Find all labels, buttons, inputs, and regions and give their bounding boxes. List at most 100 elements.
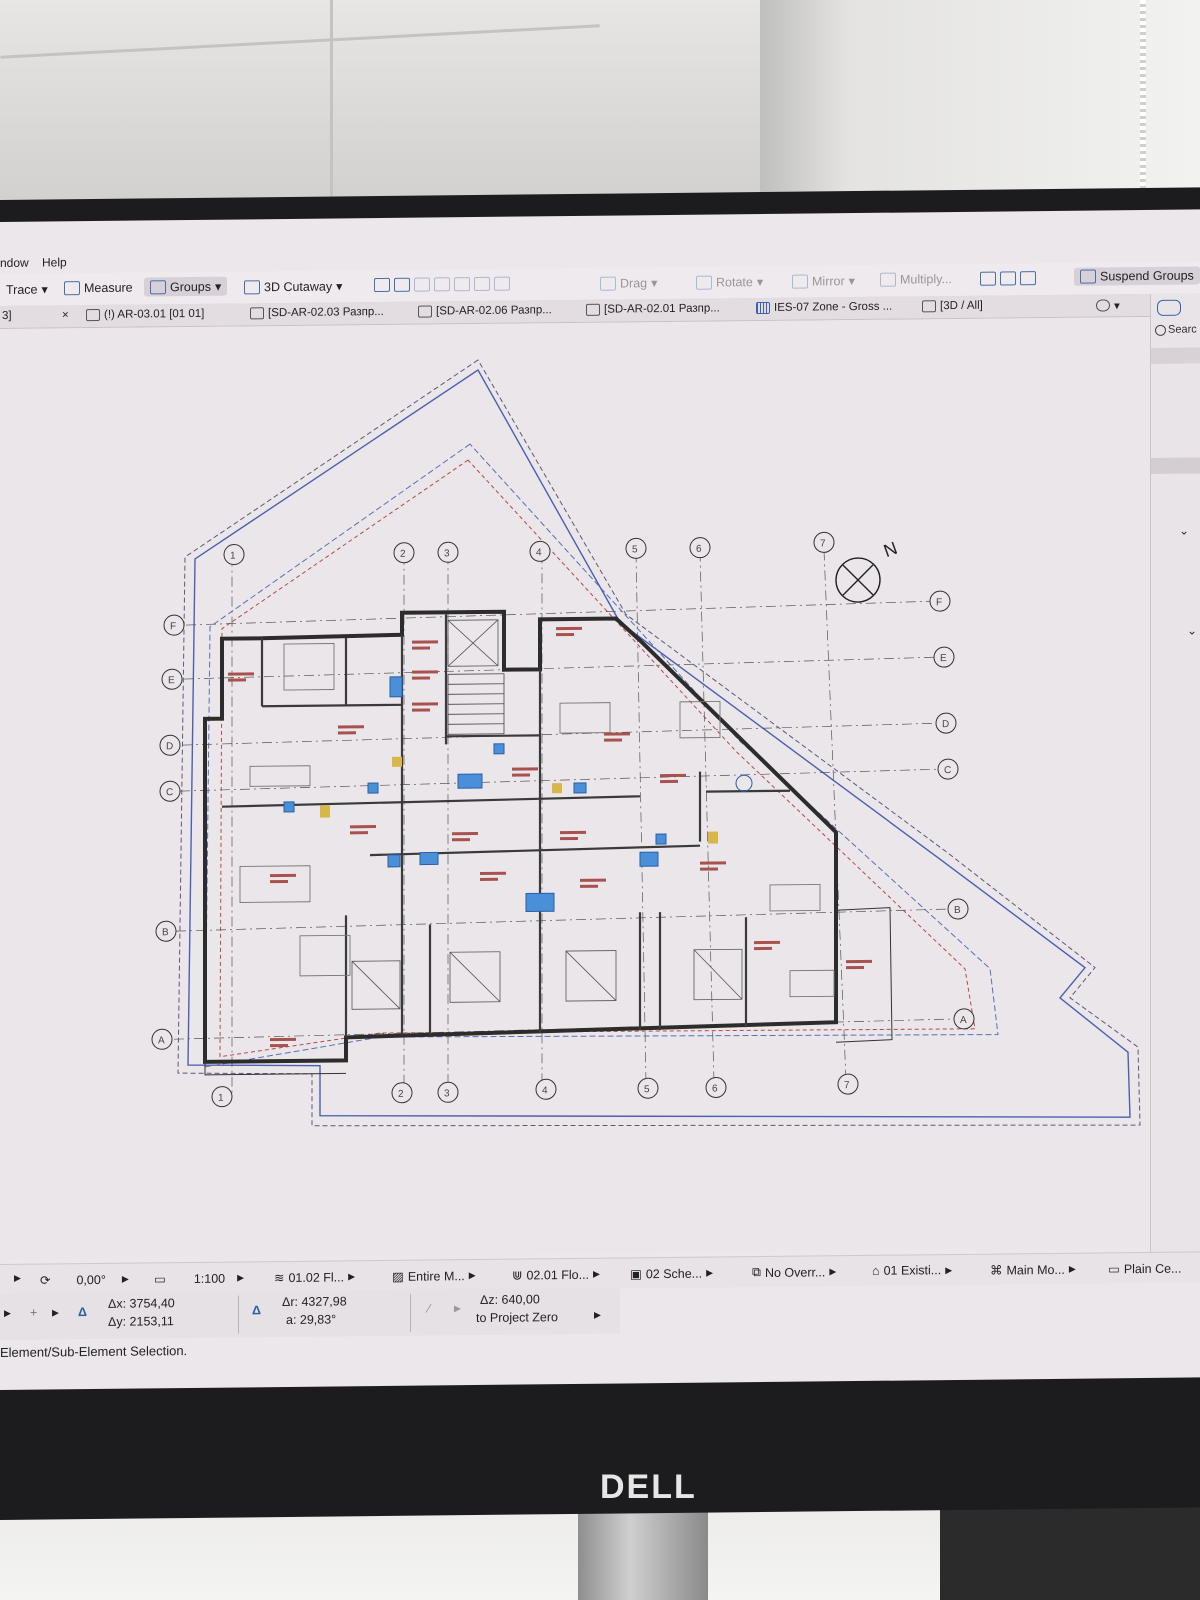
angle-a-value[interactable]: a: 29,83°: [286, 1312, 336, 1327]
tab-label: (!) AR-03.01 [01 01]: [104, 307, 205, 321]
split-icon[interactable]: [374, 277, 390, 293]
chevron-down-icon[interactable]: ▾: [42, 281, 48, 296]
tab-fragment[interactable]: 3]: [2, 310, 12, 322]
chevron-down-icon[interactable]: ▾: [336, 278, 342, 293]
panel-row[interactable]: [1151, 457, 1200, 474]
coordinate-bar: ▶ + ▶ Δ Δx: 3754,40 Δy: 2153,11 Δ Δr: 43…: [0, 1287, 620, 1340]
status-arrow[interactable]: ▶: [14, 1273, 21, 1284]
measure-button[interactable]: Measure: [64, 281, 133, 296]
grid-label-e: E: [168, 675, 175, 686]
grid-label-6b: 6: [712, 1083, 718, 1094]
chevron-down-icon[interactable]: ⌄: [1187, 623, 1197, 637]
menu-help[interactable]: Help: [42, 255, 67, 269]
edit-pencil-icon[interactable]: [1020, 271, 1036, 286]
north-arrow-icon: [835, 557, 881, 603]
delta-r-value[interactable]: Δr: 4327,98: [282, 1294, 347, 1309]
search-placeholder: Searc: [1168, 323, 1197, 336]
triangle-right-icon[interactable]: ▶: [4, 1308, 11, 1319]
override-combo[interactable]: ⧉ No Overr... ▶: [752, 1264, 836, 1280]
search-icon: [1155, 324, 1166, 336]
adjust-icon[interactable]: [394, 277, 410, 292]
grid-label-3: 3: [444, 548, 450, 559]
delta-z-value[interactable]: Δz: 640,00: [480, 1292, 540, 1307]
rotate-button[interactable]: Rotate ▾: [696, 274, 763, 290]
tab-ies-07[interactable]: IES-07 Zone - Gross ...: [756, 301, 892, 315]
multiply-button[interactable]: Multiply...: [880, 272, 952, 287]
delta-x-value[interactable]: Δx: 3754,40: [108, 1296, 175, 1311]
drag-button[interactable]: Drag ▾: [600, 275, 657, 291]
chevron-down-icon[interactable]: ▾: [849, 273, 855, 288]
schedule-icon: [756, 301, 770, 315]
cutaway-button[interactable]: 3D Cutaway ▾: [244, 278, 342, 294]
triangle-right-icon[interactable]: ▶: [454, 1303, 461, 1314]
window: [760, 0, 1200, 210]
close-icon[interactable]: ×: [62, 309, 69, 321]
cloud-button[interactable]: [1157, 299, 1181, 316]
plan-icon: [86, 308, 100, 322]
triangle-right-icon[interactable]: ▶: [52, 1307, 59, 1318]
room-labels: [228, 626, 872, 1048]
layout-icon: [418, 305, 432, 318]
plus-icon[interactable]: +: [30, 1306, 37, 1320]
scale-value: 1:100: [193, 1271, 226, 1286]
status-hint: Element/Sub-Element Selection.: [0, 1343, 188, 1360]
floor-value: 02.01 Flo...: [526, 1267, 590, 1282]
triangle-right-icon: ▶: [945, 1264, 953, 1275]
panel-row[interactable]: [1151, 347, 1200, 364]
roof-icon[interactable]: [494, 276, 510, 291]
mirror-button[interactable]: Mirror ▾: [792, 273, 855, 289]
chevron-down-icon[interactable]: ⌄: [1179, 524, 1189, 538]
rotate-icon: [696, 275, 712, 290]
rotate-label: Rotate: [716, 274, 753, 290]
measure-label: Measure: [84, 280, 133, 296]
chevron-down-icon[interactable]: ▾: [757, 274, 763, 289]
slash-icon[interactable]: ⁄: [428, 1301, 430, 1315]
scale-field[interactable]: ▭ 1:100 ▶: [154, 1270, 244, 1286]
pen-set-icon: ▭: [1108, 1262, 1120, 1277]
grid-label-7: 7: [820, 538, 826, 549]
grid-label-d: D: [166, 741, 173, 752]
delta-icon[interactable]: Δ: [252, 1303, 261, 1317]
floor-plan-canvas[interactable]: 1 2 3 4 5 6 7 1 2 3 4 5 6 7 F E D C B A: [0, 316, 1150, 1259]
project-zero-label[interactable]: to Project Zero: [476, 1310, 558, 1325]
group-icon[interactable]: [980, 271, 996, 286]
offset-icon[interactable]: [414, 277, 430, 292]
elevator-shaft: [447, 619, 499, 667]
tab-sd-ar-02-01[interactable]: [SD-AR-02.01 Разпр...: [586, 302, 720, 316]
renovation-combo[interactable]: ⌂ 01 Existi... ▶: [872, 1263, 952, 1278]
delta-icon[interactable]: Δ: [78, 1305, 87, 1319]
groups-label: Groups: [170, 279, 211, 294]
grid-label-f-right: F: [936, 597, 942, 608]
floor-plan-combo[interactable]: ⋓ 02.01 Flo... ▶: [512, 1267, 600, 1282]
tab-sd-ar-02-03[interactable]: [SD-AR-02.03 Разпр...: [250, 305, 384, 320]
grid-label-b-right: B: [954, 905, 961, 916]
tab-3d-all[interactable]: [3D / All]: [922, 300, 983, 313]
structure-icon: ⌘: [990, 1263, 1003, 1278]
curve-icon[interactable]: [454, 277, 470, 292]
search-field[interactable]: Searc: [1155, 323, 1197, 336]
tab-sd-ar-02-06[interactable]: [SD-AR-02.06 Разпр...: [418, 304, 552, 318]
layer-combo[interactable]: ≋ 01.02 Fl... ▶: [274, 1269, 355, 1285]
structure-combo[interactable]: ⌘ Main Mo... ▶: [990, 1262, 1076, 1278]
grid-label-f: F: [170, 621, 176, 632]
tab-label: [SD-AR-02.03 Разпр...: [268, 305, 384, 320]
chevron-down-icon[interactable]: ▾: [215, 279, 221, 294]
mirror-icon: [792, 274, 808, 289]
trace-button[interactable]: Trace ▾: [6, 281, 48, 296]
dimension-scheme-combo[interactable]: ▣ 02 Sche... ▶: [630, 1266, 713, 1281]
menu-window[interactable]: ndow: [0, 256, 29, 270]
triangle-right-icon[interactable]: ▶: [594, 1310, 601, 1321]
fillet-icon[interactable]: [434, 277, 450, 292]
angle-field[interactable]: ⟳ 0,00° ▶: [40, 1272, 129, 1287]
ungroup-icon[interactable]: [1000, 271, 1016, 286]
model-view-combo[interactable]: ▨ Entire M... ▶: [392, 1268, 476, 1284]
groups-button[interactable]: Groups ▾: [144, 276, 228, 297]
tab-ar-03-01[interactable]: (!) AR-03.01 [01 01]: [86, 307, 205, 322]
chevron-down-icon[interactable]: ▾: [651, 275, 657, 290]
window-blind: [1140, 0, 1146, 200]
cloud-icon[interactable]: ▾: [1096, 298, 1120, 312]
explode-icon[interactable]: [474, 276, 490, 292]
pen-set-combo[interactable]: ▭ Plain Ce...: [1108, 1261, 1181, 1277]
delta-y-value[interactable]: Δy: 2153,11: [108, 1314, 174, 1329]
suspend-groups-button[interactable]: Suspend Groups: [1074, 266, 1200, 286]
